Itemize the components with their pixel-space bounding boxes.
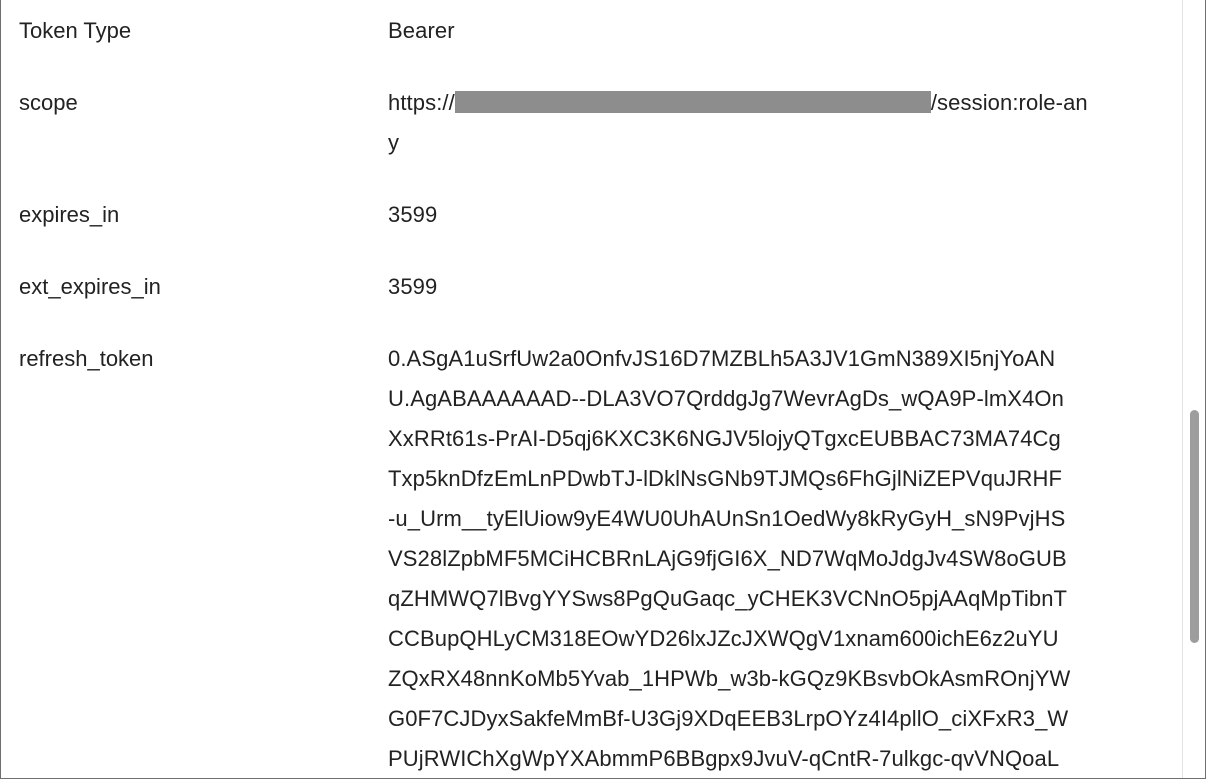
field-label-refresh-token: refresh_token [19, 346, 154, 371]
refresh-token-line: 0.ASgA1uSrfUw2a0OnfvJS16D7MZBLh5A3JV1GmN… [388, 346, 1056, 371]
field-label-token-type: Token Type [19, 18, 132, 43]
field-label-expires-in: expires_in [19, 202, 120, 227]
row-ext-expires-in: ext_expires_in 3599 [1, 267, 1181, 307]
refresh-token-line: XxRRt61s-PrAI-D5qj6KXC3K6NGJV5lojyQTgxcE… [388, 426, 1061, 451]
row-scope: scope https:// /session:role-an y [1, 83, 1181, 163]
field-value-refresh-token[interactable]: 0.ASgA1uSrfUw2a0OnfvJS16D7MZBLh5A3JV1GmN… [388, 339, 1148, 778]
scope-suffix: /session:role-an [930, 90, 1088, 115]
refresh-token-line: G0F7CJDyxSakfeMmBf-U3Gj9XDqEEB3LrpOYz4I4… [388, 706, 1069, 731]
refresh-token-line: VS28lZpbMF5MCiHCBRnLAjG9fjGI6X_ND7WqMoJd… [388, 546, 1067, 571]
token-details-list: Token Type Bearer scope https:// /session… [1, 0, 1181, 778]
redacted-block [454, 91, 931, 113]
token-details-panel: Token Type Bearer scope https:// /session… [0, 0, 1206, 779]
scope-wrap: y [388, 130, 400, 155]
field-value-expires-in[interactable]: 3599 [388, 195, 1148, 235]
scope-prefix: https:// [388, 90, 455, 115]
vertical-scrollbar[interactable] [1182, 0, 1205, 778]
field-value-token-type[interactable]: Bearer [388, 11, 1148, 51]
field-label-ext-expires-in: ext_expires_in [19, 274, 161, 299]
row-token-type: Token Type Bearer [1, 11, 1181, 51]
field-value-ext-expires-in[interactable]: 3599 [388, 267, 1148, 307]
row-refresh-token: refresh_token 0.ASgA1uSrfUw2a0OnfvJS16D7… [1, 339, 1181, 778]
refresh-token-line: CCBupQHLyCM318EOwYD26lxJZcJXWQgV1xnam600… [388, 626, 1059, 651]
refresh-token-line: Txp5knDfzEmLnPDwbTJ-lDklNsGNb9TJMQs6FhGj… [388, 466, 1062, 491]
refresh-token-line: ZQxRX48nnKoMb5Yvab_1HPWb_w3b-kGQz9KBsvbO… [388, 666, 1071, 691]
refresh-token-line: -u_Urm__tyElUiow9yE4WU0UhAUnSn1OedWy8kRy… [388, 506, 1066, 531]
field-label-scope: scope [19, 90, 78, 115]
refresh-token-line: qZHMWQ7lBvgYYSws8PgQuGaqc_yCHEK3VCNnO5pj… [388, 586, 1068, 611]
refresh-token-line: U.AgABAAAAAAD--DLA3VO7QrddgJg7WevrAgDs_w… [388, 386, 1064, 411]
refresh-token-line: PUjRWIChXgWpYXAbmmP6BBgpx9JvuV-qCntR-7ul… [388, 746, 1060, 771]
field-value-scope[interactable]: https:// /session:role-an y [388, 83, 1148, 163]
scrollbar-thumb[interactable] [1190, 410, 1199, 643]
row-expires-in: expires_in 3599 [1, 195, 1181, 235]
